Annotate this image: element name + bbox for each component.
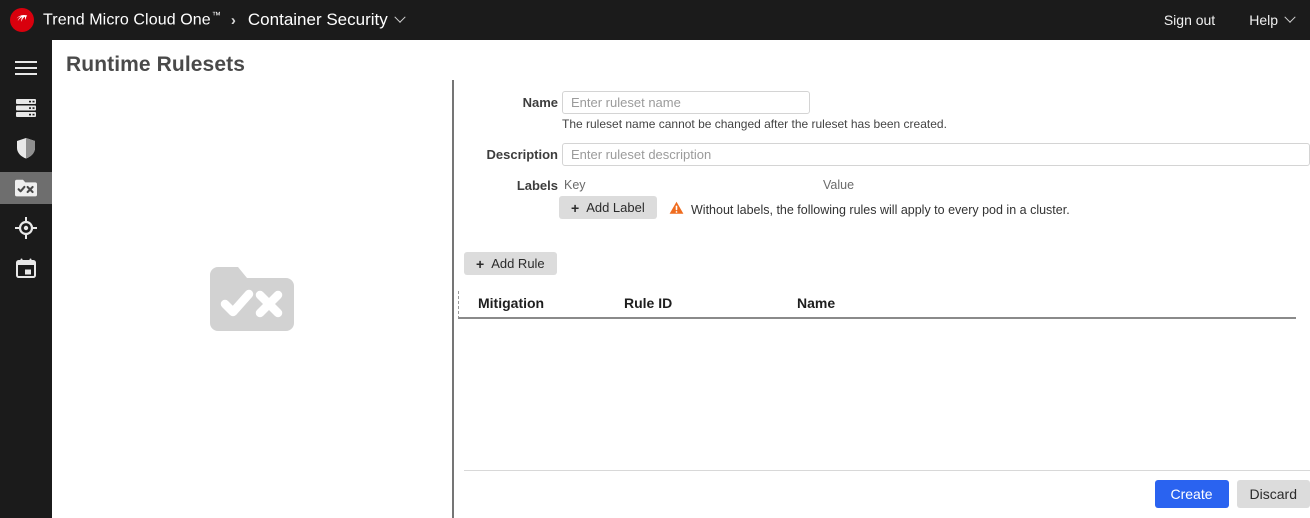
sidebar-item-runtime-rulesets[interactable] [0,172,52,204]
server-rack-icon [15,98,37,118]
sidebar-icon-rail [0,40,52,518]
trademark-symbol: ™ [212,10,221,20]
sidebar-item-clusters[interactable] [0,92,52,124]
help-menu[interactable]: Help [1249,12,1294,28]
help-menu-label: Help [1249,12,1278,28]
plus-icon: + [476,257,484,271]
rules-table: Mitigation Rule ID Name [458,291,1296,319]
labels-field-row: Labels [454,178,558,193]
page-title: Runtime Rulesets [66,53,245,77]
labels-key-column-header: Key [564,178,586,192]
sidebar-item-events[interactable] [0,252,52,284]
brand-name: Trend Micro Cloud One™ [43,10,221,29]
topbar-actions: Sign out Help [1130,12,1294,28]
footer-divider [464,470,1310,471]
chevron-down-icon [1284,12,1295,23]
name-label: Name [454,95,558,110]
plus-icon: + [571,201,579,215]
crosshair-target-icon [15,217,37,239]
column-header-mitigation: Mitigation [478,295,544,311]
footer-actions: Create Discard [1155,480,1310,508]
rulesets-empty-state [52,80,452,518]
ruleset-description-input[interactable] [562,143,1310,166]
rules-table-header-row: Mitigation Rule ID Name [458,291,1296,319]
discard-button[interactable]: Discard [1237,480,1310,508]
add-label-button-label: Add Label [586,200,645,215]
add-label-button[interactable]: + Add Label [559,196,657,219]
column-header-name: Name [797,295,835,311]
column-header-rule-id: Rule ID [624,295,672,311]
warning-triangle-icon [669,201,684,218]
name-field-row: Name [454,91,810,114]
labels-warning-text: Without labels, the following rules will… [691,203,1070,217]
app-root: Trend Micro Cloud One™ › Container Secur… [0,0,1310,518]
create-button[interactable]: Create [1155,480,1229,508]
labels-value-column-header: Value [823,178,854,192]
add-rule-button-label: Add Rule [491,256,544,271]
chevron-down-icon [394,12,405,23]
hamburger-icon [15,60,37,76]
labels-label: Labels [454,178,558,193]
sidebar-item-menu-toggle[interactable] [0,52,52,84]
ruleset-name-input[interactable] [562,91,810,114]
sign-out-link[interactable]: Sign out [1164,12,1215,28]
labels-warning: Without labels, the following rules will… [669,201,1070,218]
top-navigation-bar: Trend Micro Cloud One™ › Container Secur… [0,0,1310,40]
description-field-row: Description [454,143,1310,166]
folder-check-x-icon [208,265,296,333]
shield-icon [16,137,36,159]
app-switcher-container-security[interactable]: Container Security [248,10,404,30]
name-help-text: The ruleset name cannot be changed after… [562,117,947,131]
ruleset-form-panel: Name The ruleset name cannot be changed … [454,80,1310,518]
calendar-icon [16,258,36,278]
breadcrumb-separator: › [231,12,236,29]
trend-micro-logo-icon [10,8,34,32]
sidebar-item-scanning[interactable] [0,212,52,244]
app-switcher-label: Container Security [248,10,388,30]
sidebar-item-policies[interactable] [0,132,52,164]
description-label: Description [454,147,558,162]
folder-check-x-icon [14,178,38,198]
add-rule-button[interactable]: + Add Rule [464,252,557,275]
brand-home-link[interactable]: Trend Micro Cloud One™ [10,8,221,32]
